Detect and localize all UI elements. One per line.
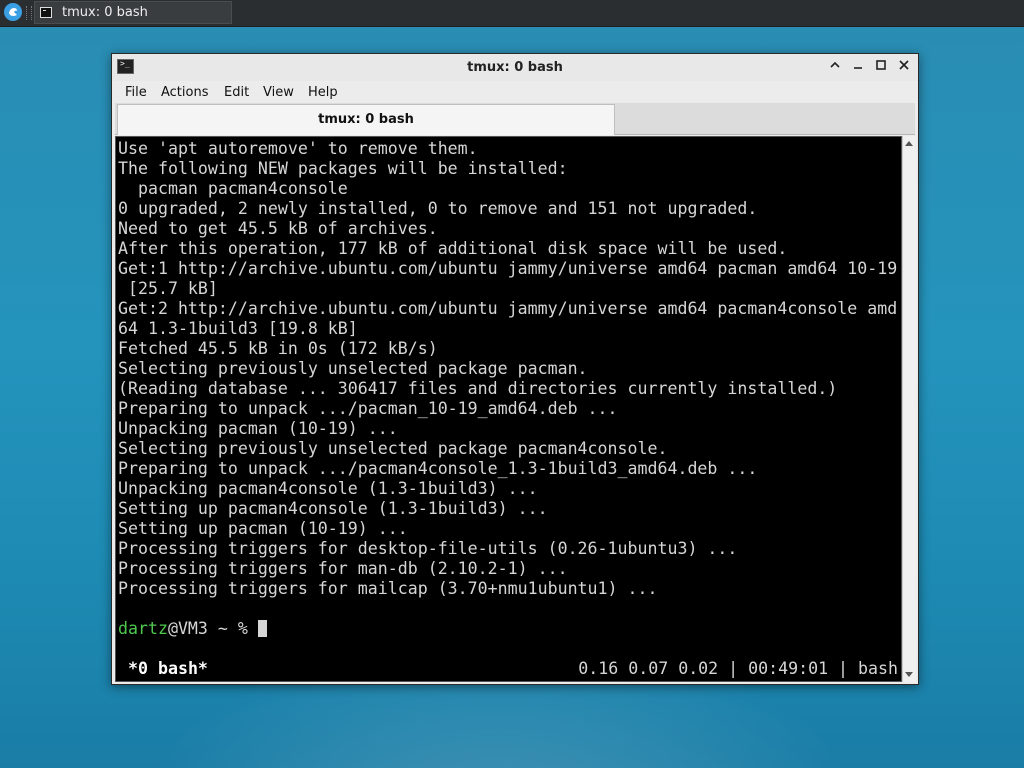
minimize-button[interactable] [849, 58, 867, 76]
terminal-line: [25.7 kB] [118, 279, 218, 298]
terminal-line: Unpacking pacman (10-19) ... [118, 419, 398, 438]
prompt-user: dartz [118, 619, 168, 638]
scroll-down-icon[interactable] [905, 672, 913, 677]
terminal-line: 0 upgraded, 2 newly installed, 0 to remo… [118, 199, 758, 218]
vertical-scrollbar[interactable] [902, 136, 916, 682]
menu-actions[interactable]: Actions [161, 85, 209, 100]
tab-tmux-bash[interactable]: tmux: 0 bash [117, 104, 615, 135]
tmux-status-line: *0 bash* 0.16 0.07 0.02 | 00:49:01 | bas… [118, 659, 898, 679]
title-bar[interactable]: >_ tmux: 0 bash [112, 54, 918, 82]
text-cursor [257, 620, 267, 637]
tmux-status-info: 0.16 0.07 0.02 | 00:49:01 | bash [578, 659, 898, 678]
chevron-up-icon [830, 61, 840, 68]
terminal-window: >_ tmux: 0 bash File Actions Edit View H… [111, 53, 919, 685]
tmux-window-list: *0 bash* [128, 659, 208, 678]
terminal-line: The following NEW packages will be insta… [118, 159, 568, 178]
shell-prompt: dartz@VM3 ~ % [118, 619, 267, 639]
terminal-line: Preparing to unpack .../pacman_10-19_amd… [118, 399, 618, 418]
menu-view[interactable]: View [263, 85, 294, 100]
terminal-icon [40, 7, 52, 18]
terminal-output[interactable]: Use 'apt autoremove' to remove them. The … [115, 136, 902, 682]
taskbar-task-terminal[interactable]: tmux: 0 bash [34, 1, 232, 24]
tab-bar: tmux: 0 bash [115, 103, 915, 135]
terminal-line: After this operation, 177 kB of addition… [118, 239, 788, 258]
prompt-host-path: @VM3 ~ % [167, 619, 258, 638]
terminal-line: Setting up pacman (10-19) ... [118, 519, 408, 538]
terminal-line: Processing triggers for mailcap (3.70+nm… [118, 579, 658, 598]
terminal-line: Setting up pacman4console (1.3-1build3) … [118, 499, 548, 518]
close-button[interactable] [895, 58, 913, 76]
minimize-icon [854, 67, 862, 69]
app-menu-icon[interactable] [4, 3, 22, 21]
menu-edit[interactable]: Edit [224, 85, 249, 100]
menu-file[interactable]: File [125, 85, 147, 100]
taskbar-task-label: tmux: 0 bash [62, 5, 148, 20]
terminal-line: Preparing to unpack .../pacman4console_1… [118, 459, 758, 478]
terminal-line: Use 'apt autoremove' to remove them. [118, 139, 478, 158]
terminal-line: Processing triggers for man-db (2.10.2-1… [118, 559, 568, 578]
taskbar-separator [26, 6, 32, 20]
terminal-line: Unpacking pacman4console (1.3-1build3) .… [118, 479, 538, 498]
terminal-line: 64 1.3-1build3 [19.8 kB] [118, 319, 358, 338]
terminal-line: Get:1 http://archive.ubuntu.com/ubuntu j… [118, 259, 898, 278]
scroll-up-icon[interactable] [905, 141, 913, 146]
terminal-line: Selecting previously unselected package … [118, 359, 588, 378]
terminal-line: Processing triggers for desktop-file-uti… [118, 539, 738, 558]
terminal-line: Get:2 http://archive.ubuntu.com/ubuntu j… [118, 299, 898, 318]
terminal-line: Need to get 45.5 kB of archives. [118, 219, 438, 238]
maximize-button[interactable] [872, 58, 890, 76]
terminal-lines: Use 'apt autoremove' to remove them. The … [118, 139, 897, 599]
terminal-line: pacman pacman4console [118, 179, 348, 198]
window-title: tmux: 0 bash [467, 60, 563, 75]
maximize-icon [876, 60, 886, 70]
terminal-line: (Reading database ... 306417 files and d… [118, 379, 838, 398]
menu-bar: File Actions Edit View Help [112, 81, 918, 103]
shade-button[interactable] [826, 58, 844, 76]
taskbar: tmux: 0 bash [0, 0, 1024, 27]
terminal-line: Fetched 45.5 kB in 0s (172 kB/s) [118, 339, 438, 358]
close-icon [899, 60, 909, 70]
terminal-line: Selecting previously unselected package … [118, 439, 668, 458]
menu-help[interactable]: Help [308, 85, 338, 100]
